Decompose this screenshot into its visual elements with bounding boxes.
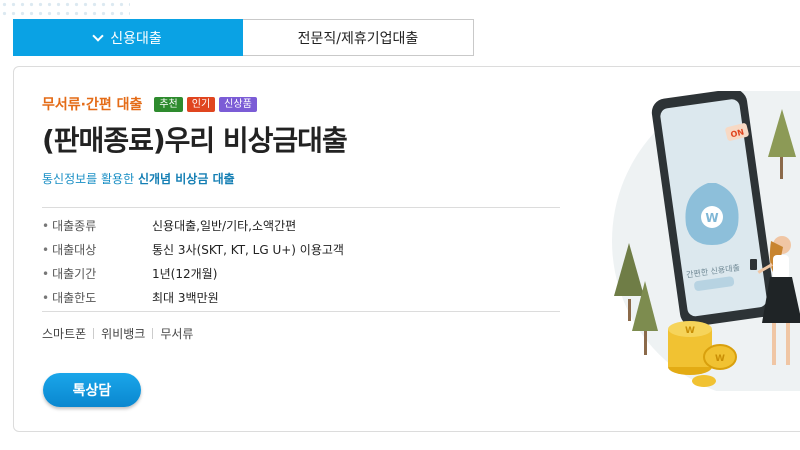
talk-consult-button[interactable]: 톡상담 [43,373,141,407]
tag-separator [152,328,154,339]
info-row-loan-limit: 대출한도 최대 3백만원 [42,285,560,309]
currency-symbol: W [685,326,695,336]
tab-professional-partner-loan[interactable]: 전문직/제휴기업대출 [243,19,474,56]
tag-wibee-bank: 위비뱅크 [101,327,146,341]
tag-no-documents: 무서류 [160,327,194,341]
subtitle-prefix: 통신정보를 활용한 [42,172,135,186]
decorative-dot-pattern [0,0,130,18]
info-row-loan-period: 대출기간 1년(12개월) [42,261,560,285]
tab-credit-loan[interactable]: 신용대출 [13,19,243,56]
tab-label: 신용대출 [110,30,162,47]
category-row: 무서류·간편 대출 추천 인기 신상품 [42,94,261,114]
divider [42,311,560,312]
tag-separator [93,328,95,339]
info-value: 통신 3사(SKT, KT, LG U+) 이용고객 [152,242,344,257]
chevron-down-icon [92,29,104,42]
tag-smartphone: 스마트폰 [42,327,87,341]
badge-popular: 인기 [186,96,216,112]
mobile-loan-illustration: W 간편한 신용대출 ON W W [612,91,800,391]
divider [42,207,560,208]
currency-symbol: W [705,211,718,225]
info-value: 최대 3백만원 [152,290,219,305]
info-label: 대출한도 [42,289,152,306]
badge-new-product: 신상품 [219,96,257,112]
tab-label: 전문직/제휴기업대출 [297,30,419,47]
info-label: 대출종류 [42,217,152,234]
product-card: 무서류·간편 대출 추천 인기 신상품 (판매종료)우리 비상금대출 통신정보를… [13,66,800,432]
product-tags: 스마트폰 위비뱅크 무서류 [42,325,193,342]
info-label: 대출기간 [42,265,152,282]
badge-recommended: 추천 [154,96,183,112]
product-info-list: 대출종류 신용대출,일반/기타,소액간편 대출대상 통신 3사(SKT, KT,… [42,213,560,309]
product-subtitle: 통신정보를 활용한 신개념 비상금 대출 [42,170,235,187]
product-category: 무서류·간편 대출 [42,97,143,113]
info-value: 1년(12개월) [152,266,218,281]
product-title: (판매종료)우리 비상금대출 [42,124,348,157]
loan-type-tabs: 신용대출 전문직/제휴기업대출 [13,19,474,56]
info-value: 신용대출,일반/기타,소액간편 [152,218,297,233]
info-row-loan-target: 대출대상 통신 3사(SKT, KT, LG U+) 이용고객 [42,237,560,261]
info-row-loan-type: 대출종류 신용대출,일반/기타,소액간편 [42,213,560,237]
info-label: 대출대상 [42,241,152,258]
subtitle-highlight: 신개념 비상금 대출 [137,172,235,186]
currency-symbol: W [715,354,725,364]
